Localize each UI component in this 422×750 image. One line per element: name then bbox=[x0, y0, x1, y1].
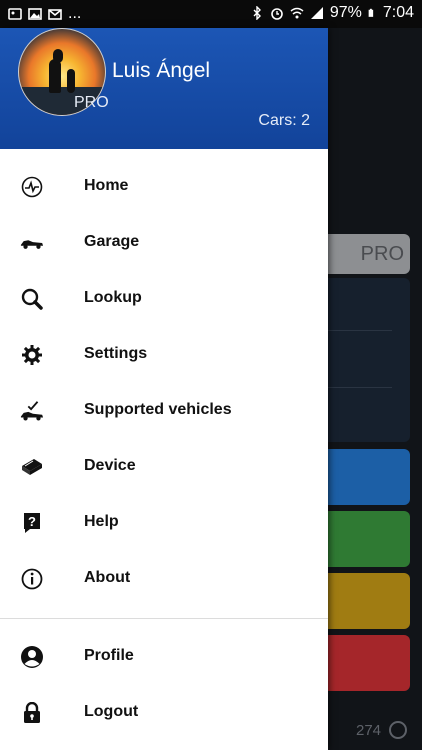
background-counter: 274 bbox=[356, 721, 408, 739]
menu-item-label: About bbox=[84, 569, 131, 586]
menu-item-about[interactable]: About bbox=[0, 551, 328, 607]
menu-item-home[interactable]: Home bbox=[0, 159, 328, 215]
menu-item-label: Settings bbox=[84, 345, 148, 362]
info-icon bbox=[20, 567, 44, 591]
signal-icon bbox=[310, 7, 323, 19]
more-notifications: ... bbox=[68, 5, 82, 22]
background-counter-value: 274 bbox=[356, 721, 382, 739]
refresh-icon bbox=[389, 721, 408, 739]
user-name: Luis Ángel bbox=[112, 59, 211, 82]
menu-item-label: Device bbox=[84, 457, 136, 474]
menu-item-settings[interactable]: Settings bbox=[0, 327, 328, 383]
car-check-icon bbox=[20, 399, 44, 423]
background-tile-green bbox=[328, 511, 410, 567]
wifi-icon bbox=[290, 7, 304, 19]
menu-divider bbox=[0, 618, 328, 619]
clock: 7:04 bbox=[382, 4, 414, 21]
menu-item-label: Logout bbox=[84, 703, 139, 720]
menu-item-label: Garage bbox=[84, 233, 140, 250]
alarm-icon bbox=[271, 8, 283, 20]
background-tile-yellow bbox=[328, 573, 410, 629]
menu-item-device[interactable]: Device bbox=[0, 439, 328, 495]
background-tile-blue bbox=[328, 449, 410, 505]
menu-item-logout[interactable]: Logout bbox=[0, 685, 328, 741]
status-system: 97% 7:04 bbox=[250, 4, 414, 22]
menu-item-label: Supported vehicles bbox=[84, 401, 232, 418]
lock-icon bbox=[20, 701, 44, 725]
drawer-menu: Home Garage Lookup Settings Supported ve… bbox=[0, 159, 328, 607]
home-pulse-icon bbox=[20, 175, 44, 199]
navigation-drawer: PRO Luis Ángel Cars: 2 Home Garage Looku… bbox=[0, 28, 328, 750]
gmail-notification-icon bbox=[48, 9, 62, 20]
menu-item-lookup[interactable]: Lookup bbox=[0, 271, 328, 327]
menu-item-supported-vehicles[interactable]: Supported vehicles bbox=[0, 383, 328, 439]
bluetooth-icon bbox=[253, 6, 261, 20]
avatar-figure bbox=[49, 59, 61, 93]
battery-icon bbox=[368, 8, 374, 17]
avatar-figure bbox=[53, 49, 63, 63]
background-pro-label: PRO bbox=[360, 242, 404, 265]
obd-device-icon bbox=[20, 455, 44, 479]
avatar-figure bbox=[67, 69, 75, 93]
menu-item-label: Profile bbox=[84, 647, 134, 664]
help-icon: ? bbox=[20, 511, 44, 535]
menu-item-label: Home bbox=[84, 177, 129, 194]
background-tile-red bbox=[328, 635, 410, 691]
menu-item-label: Help bbox=[84, 513, 119, 530]
status-bar: ... 97% 7:04 bbox=[0, 0, 422, 28]
cars-count: Cars: 2 bbox=[258, 112, 310, 129]
pro-badge: PRO bbox=[74, 94, 109, 111]
gallery-notification-icon bbox=[8, 8, 22, 20]
background-divider bbox=[328, 387, 392, 388]
menu-item-help[interactable]: ? Help bbox=[0, 495, 328, 551]
background-pro-tab: PRO bbox=[328, 234, 410, 274]
status-notifications: ... bbox=[8, 5, 81, 23]
menu-item-profile[interactable]: Profile bbox=[0, 629, 328, 685]
drawer-header: PRO Luis Ángel Cars: 2 bbox=[0, 28, 328, 149]
background-divider bbox=[328, 330, 392, 331]
background-list-panel bbox=[328, 278, 410, 442]
svg-text:?: ? bbox=[28, 514, 36, 529]
battery-percent: 97% bbox=[329, 4, 362, 21]
car-icon bbox=[20, 231, 44, 255]
image-notification-icon bbox=[28, 8, 42, 20]
gear-icon bbox=[20, 343, 44, 367]
search-icon bbox=[20, 287, 44, 311]
profile-icon bbox=[20, 645, 44, 669]
account-menu: Profile Logout bbox=[0, 629, 328, 741]
menu-item-garage[interactable]: Garage bbox=[0, 215, 328, 271]
menu-item-label: Lookup bbox=[84, 289, 142, 306]
